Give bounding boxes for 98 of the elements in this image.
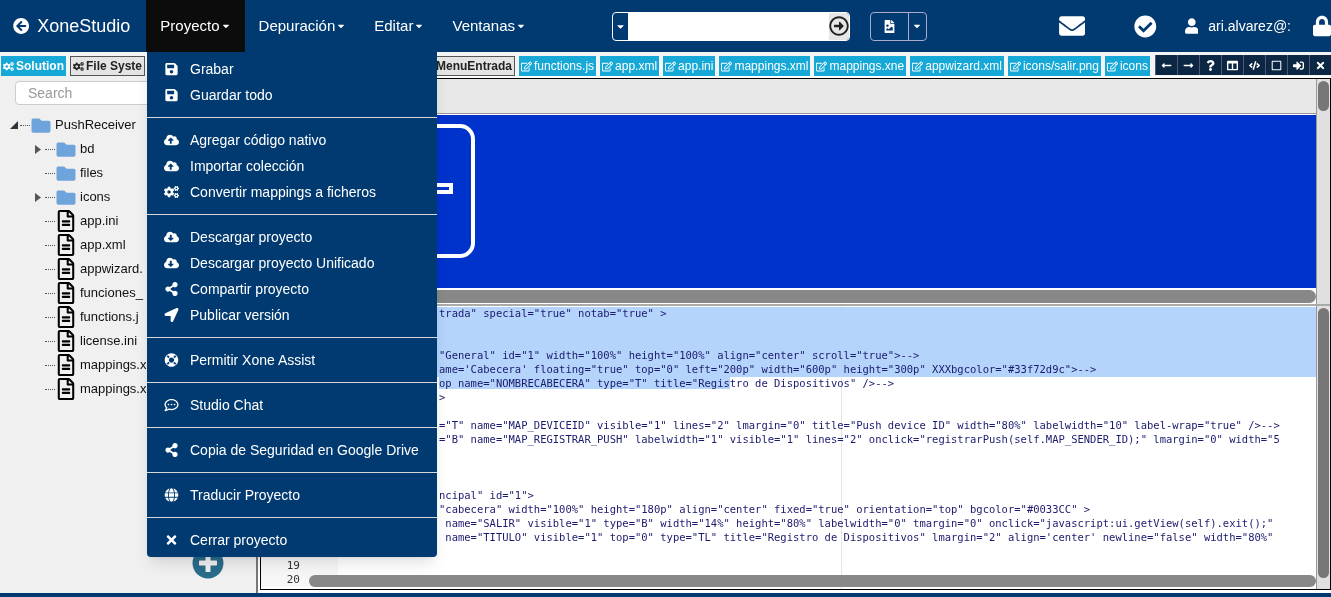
menu-item[interactable]: Studio Chat	[147, 392, 437, 418]
nav-menu[interactable]: Editar	[360, 0, 439, 52]
app-title: XoneStudio	[37, 14, 131, 38]
go-button[interactable]	[828, 12, 849, 40]
folder-icon	[55, 139, 77, 159]
code-line: ="B" name="MAP_REGISTRAR_PUSH" labelwidth="1" visible="1" lines="2" onclick="registrarPush(self.MAP_SENDER_ID);" lmargin="0" width="5	[439, 432, 1280, 448]
gears-icon	[164, 185, 179, 199]
code-line: >	[439, 390, 446, 406]
mail-icon[interactable]	[1058, 13, 1086, 39]
edit-icon	[521, 60, 532, 72]
user-name[interactable]: ari.alvarez@:	[1208, 15, 1291, 37]
nav-menu[interactable]: Ventanas	[438, 0, 540, 52]
file-icon	[55, 258, 77, 280]
menu-item[interactable]: Compartir proyecto	[147, 276, 437, 302]
edit-icon	[1106, 60, 1118, 72]
edit-icon	[721, 60, 733, 72]
code-icon	[1249, 59, 1260, 71]
share-icon	[164, 443, 179, 457]
tree-item[interactable]: app.ini	[80, 211, 119, 231]
collapsed-arrow-icon[interactable]	[35, 144, 41, 154]
tree-item[interactable]: bd	[80, 139, 95, 159]
tree-item[interactable]: app.xml	[80, 235, 126, 255]
file-icon	[55, 306, 77, 328]
nav-menu[interactable]: Proyecto	[146, 0, 245, 52]
code-line: name="SALIR" visible="1" type="B" width="14%" height="80%" labelwidth="0" tmargin="0" onclick="javascript:ui.getView(self).exit();"	[444, 516, 1274, 532]
cloud-download-icon	[164, 230, 179, 244]
menu-item[interactable]: Descargar proyecto	[147, 224, 437, 250]
menu-item[interactable]: Copia de Seguridad en Google Drive	[147, 437, 437, 463]
search-field[interactable]	[628, 12, 829, 40]
file-icon	[55, 234, 77, 256]
code-line: ame='Cabecera' floating="true" top="0" left="200p" width="600p" height="300p" XXXbgcolor="#33f72d9c">-->	[439, 362, 1097, 378]
document-icon	[883, 19, 895, 33]
cloud-upload-icon	[164, 133, 179, 147]
help-icon	[1205, 59, 1216, 71]
gears-icon	[73, 60, 84, 72]
nav-menu[interactable]: Depuración	[244, 0, 361, 52]
line-number: 20	[286, 571, 300, 588]
menu-item[interactable]: Importar colección	[147, 153, 437, 179]
user-icon	[1184, 18, 1199, 34]
back-icon[interactable]	[13, 17, 30, 35]
menu-item[interactable]: Descargar proyecto Unificado	[147, 250, 437, 276]
folder-icon	[55, 163, 77, 183]
file-icon	[55, 210, 77, 232]
close-icon	[1315, 59, 1326, 71]
code-line: name="TITULO" visible="1" top="0" type="TL" title="Registro de Dispositivos" lmargin="2" align='center' newline="false" width="80%"	[444, 530, 1274, 546]
sign-in-icon	[1293, 59, 1304, 71]
file-icon	[55, 378, 77, 400]
menu-item[interactable]: Traducir Proyecto	[147, 482, 437, 508]
file-icon	[55, 282, 77, 304]
code-line: "cabecera" width="100%" height="180p" align="center" fixed="true" orientation="top" bgcolor="#0033CC" >	[439, 502, 1091, 518]
tree-item[interactable]: PushReceiver	[55, 115, 136, 135]
chat-bubble-icon	[164, 398, 179, 412]
folder-icon	[30, 115, 52, 135]
menu-item[interactable]: Convertir mappings a ficheros	[147, 179, 437, 205]
share-icon	[164, 282, 179, 296]
vertical-scrollbar[interactable]	[1316, 79, 1330, 304]
code-line: "General" id="1" width="100%" height="100%" align="center" scroll="true">-->	[439, 348, 920, 364]
tree-item[interactable]: icons	[80, 187, 111, 207]
tree-item[interactable]: functions.j	[80, 307, 139, 327]
columns-icon	[1227, 59, 1238, 71]
tree-item[interactable]: files	[80, 163, 104, 183]
globe-icon	[164, 488, 179, 502]
menu-item[interactable]: Agregar código nativo	[147, 127, 437, 153]
file-icon	[55, 330, 77, 352]
edit-icon	[602, 60, 614, 72]
expanded-arrow-icon[interactable]	[10, 121, 18, 129]
close-icon	[164, 533, 179, 547]
collapsed-arrow-icon[interactable]	[35, 192, 41, 202]
cloud-upload-icon	[164, 159, 179, 173]
edit-icon	[816, 60, 828, 72]
folder-icon	[55, 187, 77, 207]
tree-item[interactable]: appwizard.	[80, 259, 143, 279]
paper-plane-icon	[164, 308, 179, 322]
menu-item[interactable]: Publicar versión	[147, 302, 437, 328]
code-line: trada" special="true" notab="true" >	[439, 306, 667, 322]
save-all-icon	[164, 88, 179, 102]
lock-icon[interactable]	[1313, 15, 1331, 37]
tree-item[interactable]: mappings.x	[80, 355, 147, 375]
code-line: ="T" name="MAP_DEVICEID" visible="1" lines="2" lmargin="0" title="Push device ID" width="80%" labelwidth="10" label-wrap="true" />-->	[439, 418, 1280, 434]
tree-item[interactable]: license.ini	[80, 331, 138, 351]
tree-item[interactable]: mappings.x	[80, 379, 147, 399]
life-ring-icon	[164, 353, 179, 367]
edit-icon	[665, 60, 677, 72]
menu-item[interactable]: Cerrar proyecto	[147, 527, 437, 553]
gears-icon	[3, 60, 14, 72]
code-line: ncipal" id="1">	[439, 488, 534, 504]
panel-tab[interactable]: File Syste	[70, 56, 146, 76]
vertical-scrollbar[interactable]	[1316, 306, 1330, 589]
edit-icon	[912, 60, 924, 72]
line-number: 19	[286, 557, 300, 574]
tree-item[interactable]: funciones_	[80, 283, 143, 303]
cloud-download-icon	[164, 256, 179, 270]
menu-item[interactable]: Permitir Xone Assist	[147, 347, 437, 373]
edit-icon	[1009, 60, 1021, 72]
code-line: op name="NOMBRECABECERA" type="T" title="Registro de Dispositivos" />-->	[439, 376, 895, 392]
save-icon	[164, 62, 179, 76]
horizontal-scrollbar[interactable]	[309, 575, 1316, 587]
file-icon	[55, 354, 77, 376]
